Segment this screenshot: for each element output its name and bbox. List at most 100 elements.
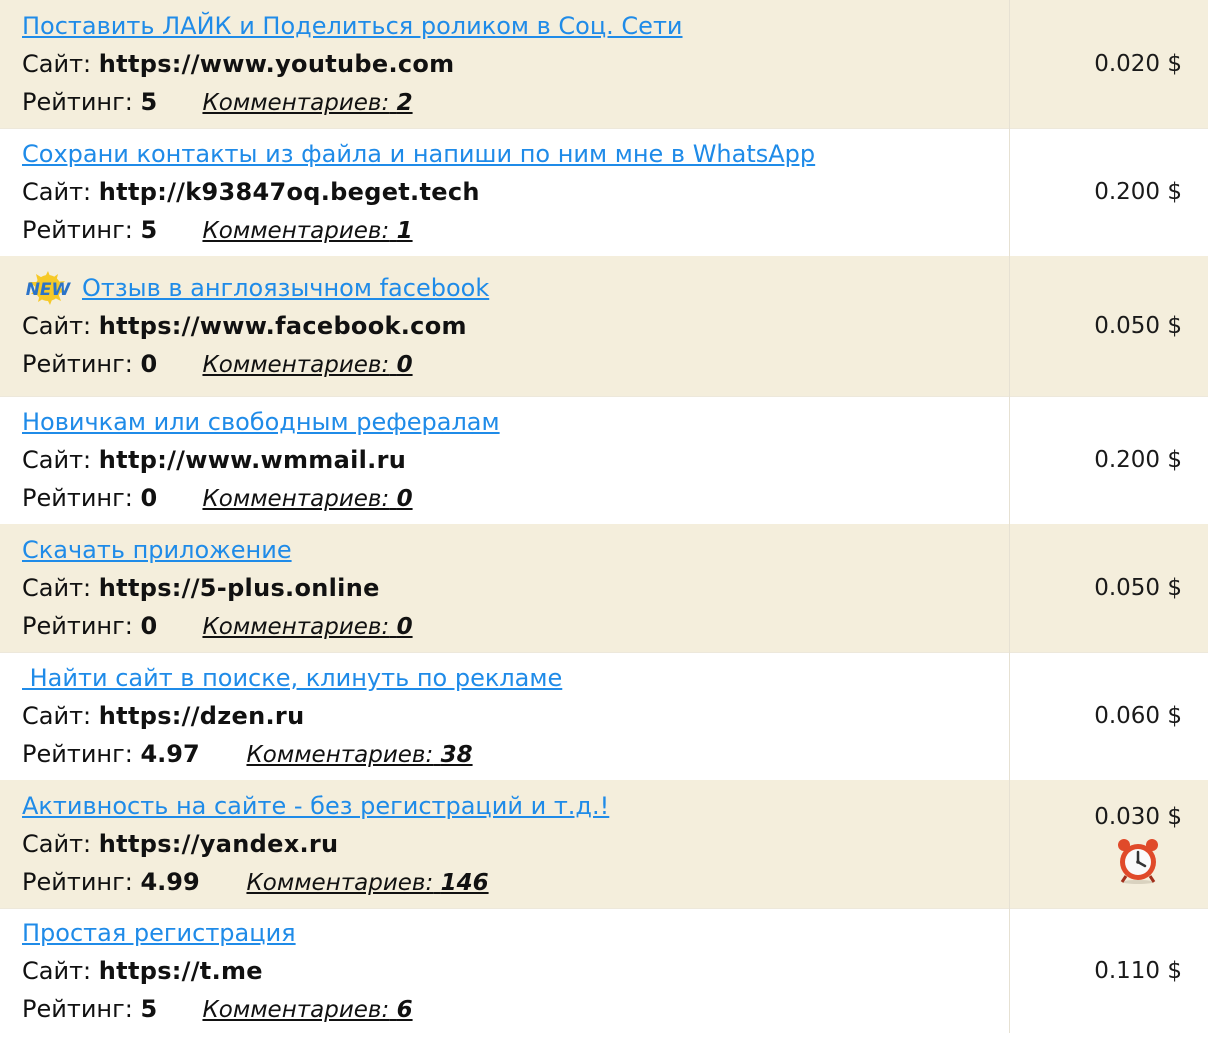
comments-count: 0 <box>396 486 413 513</box>
task-title-link[interactable]: Простая регистрация <box>22 919 296 947</box>
task-site-line: Сайт: https://yandex.ru <box>22 825 1009 863</box>
task-title-link[interactable]: Скачать приложение <box>22 536 292 564</box>
task-site-url: https://www.facebook.com <box>98 311 467 340</box>
new-badge-text: NEW <box>26 280 72 300</box>
comments-count: 38 <box>440 742 473 769</box>
task-info: Активность на сайте - без регистраций и … <box>0 780 1010 908</box>
task-price: 0.050 $ <box>1094 574 1182 601</box>
task-rating-value: 5 <box>140 216 158 245</box>
task-price-cell: 0.020 $ <box>1009 0 1208 128</box>
task-site-line: Сайт: https://www.facebook.com <box>22 307 1009 345</box>
task-rating-line: Рейтинг: 0 Комментариев: 0 <box>22 479 1009 517</box>
rating-label: Рейтинг: <box>22 994 133 1023</box>
task-site-url: https://dzen.ru <box>98 702 305 731</box>
task-title-link[interactable]: Поставить ЛАЙК и Поделиться роликом в Со… <box>22 12 683 40</box>
task-site-url: https://5-plus.online <box>98 573 380 602</box>
task-rating-line: Рейтинг: 5 Комментариев: 2 <box>22 83 1009 121</box>
rating-label: Рейтинг: <box>22 349 133 378</box>
task-info: Поставить ЛАЙК и Поделиться роликом в Со… <box>0 0 1010 128</box>
task-rating-value: 5 <box>140 994 158 1023</box>
task-title-link[interactable]: Активность на сайте - без регистраций и … <box>22 792 609 820</box>
task-site-url: https://www.youtube.com <box>98 49 455 78</box>
comments-link[interactable]: Комментариев: 38 <box>246 742 472 768</box>
task-site-line: Сайт: https://www.youtube.com <box>22 45 1009 83</box>
comments-label: Комментариев: <box>202 89 390 116</box>
comments-link[interactable]: Комментариев: 0 <box>202 352 412 378</box>
task-price: 0.020 $ <box>1094 50 1182 77</box>
alarm-clock-icon <box>1118 838 1159 884</box>
task-price: 0.030 $ <box>1094 803 1182 830</box>
task-price: 0.110 $ <box>1094 957 1182 984</box>
task-rating-line: Рейтинг: 0 Комментариев: 0 <box>22 345 1009 383</box>
task-info: Новичкам или свободным рефералам Сайт: h… <box>0 395 1010 524</box>
task-price: 0.060 $ <box>1094 703 1182 730</box>
comments-count: 0 <box>396 613 413 640</box>
comments-label: Комментариев: <box>202 486 390 513</box>
task-price-cell: 0.050 $ <box>1009 524 1208 652</box>
site-label: Сайт: <box>22 446 92 475</box>
task-table: Поставить ЛАЙК и Поделиться роликом в Со… <box>0 0 1208 1033</box>
comments-link[interactable]: Комментариев: 0 <box>202 614 412 640</box>
task-rating-line: Рейтинг: 4.99 Комментариев: 146 <box>22 863 1009 901</box>
task-rating-value: 0 <box>140 484 158 513</box>
task-price-cell: 0.030 $ <box>1009 780 1208 908</box>
site-label: Сайт: <box>22 311 92 340</box>
comments-link[interactable]: Комментариев: 1 <box>202 218 412 244</box>
task-price: 0.050 $ <box>1094 312 1182 339</box>
task-site-line: Сайт: https://t.me <box>22 952 1009 990</box>
task-row: Скачать приложение Сайт: https://5-plus.… <box>0 524 1208 652</box>
task-title-link[interactable]: Отзыв в англоязычном facebook <box>82 274 489 302</box>
comments-label: Комментариев: <box>202 613 390 640</box>
task-price-cell: 0.110 $ <box>1009 907 1208 1033</box>
comments-label: Комментариев: <box>246 742 434 769</box>
new-badge-icon: NEW <box>22 270 74 305</box>
site-label: Сайт: <box>22 573 92 602</box>
task-site-url: http://www.wmmail.ru <box>98 446 407 475</box>
comments-count: 2 <box>396 89 413 116</box>
task-rating-line: Рейтинг: 5 Комментариев: 6 <box>22 990 1009 1028</box>
comments-count: 6 <box>396 996 413 1023</box>
task-rating-line: Рейтинг: 4.97 Комментариев: 38 <box>22 735 1009 773</box>
task-rating-line: Рейтинг: 5 Комментариев: 1 <box>22 211 1009 249</box>
task-info: Сохрани контакты из файла и напиши по ни… <box>0 127 1010 256</box>
task-price-cell: 0.200 $ <box>1009 395 1208 524</box>
site-label: Сайт: <box>22 956 92 985</box>
task-info: Найти сайт в поиске, клинуть по рекламе … <box>0 651 1010 780</box>
rating-label: Рейтинг: <box>22 87 133 116</box>
task-rating-value: 0 <box>140 611 158 640</box>
task-site-line: Сайт: http://www.wmmail.ru <box>22 441 1009 479</box>
comments-link[interactable]: Комментариев: 0 <box>202 486 412 512</box>
task-info: NEW Отзыв в англоязычном facebook Сайт: … <box>0 256 1010 396</box>
task-row: Активность на сайте - без регистраций и … <box>0 780 1208 908</box>
comments-link[interactable]: Комментариев: 6 <box>202 997 412 1023</box>
task-price: 0.200 $ <box>1094 447 1182 474</box>
comments-label: Комментариев: <box>202 218 390 245</box>
task-title-link[interactable]: Найти сайт в поиске, клинуть по рекламе <box>22 664 563 692</box>
task-rating-value: 4.97 <box>140 740 200 769</box>
comments-label: Комментариев: <box>246 869 434 896</box>
task-row: Поставить ЛАЙК и Поделиться роликом в Со… <box>0 0 1208 128</box>
site-label: Сайт: <box>22 829 92 858</box>
task-title-link[interactable]: Новичкам или свободным рефералам <box>22 408 500 436</box>
comments-link[interactable]: Комментариев: 2 <box>202 90 412 116</box>
task-site-line: Сайт: http://k93847oq.beget.tech <box>22 173 1009 211</box>
task-row: Новичкам или свободным рефералам Сайт: h… <box>0 395 1208 524</box>
site-label: Сайт: <box>22 49 92 78</box>
comments-link[interactable]: Комментариев: 146 <box>246 870 488 896</box>
rating-label: Рейтинг: <box>22 611 133 640</box>
rating-label: Рейтинг: <box>22 484 133 513</box>
task-site-line: Сайт: https://5-plus.online <box>22 569 1009 607</box>
comments-count: 1 <box>396 218 413 245</box>
task-price-cell: 0.060 $ <box>1009 651 1208 780</box>
task-site-url: https://t.me <box>98 956 263 985</box>
comments-count: 146 <box>440 869 489 896</box>
comments-label: Комментариев: <box>202 351 390 378</box>
task-title-link[interactable]: Сохрани контакты из файла и напиши по ни… <box>22 140 815 168</box>
rating-label: Рейтинг: <box>22 740 133 769</box>
task-site-url: http://k93847oq.beget.tech <box>98 178 480 207</box>
site-label: Сайт: <box>22 178 92 207</box>
site-label: Сайт: <box>22 702 92 731</box>
task-price-cell: 0.200 $ <box>1009 127 1208 256</box>
task-rating-value: 0 <box>140 349 158 378</box>
task-info: Скачать приложение Сайт: https://5-plus.… <box>0 524 1010 652</box>
